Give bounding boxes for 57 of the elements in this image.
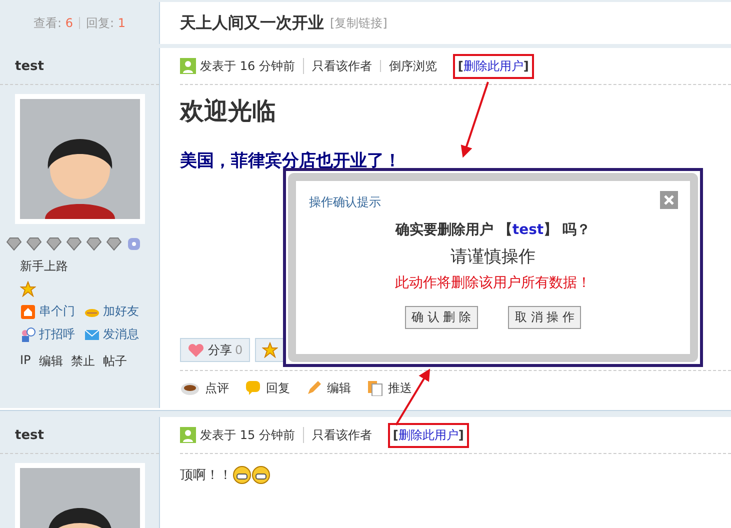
- dialog-title: 操作确认提示: [309, 194, 381, 211]
- warning-text: 此动作将删除该用户所有数据！: [395, 274, 591, 292]
- post-time: 发表于 16 分钟前: [200, 60, 295, 72]
- dialog-button[interactable]: 确 认 删 除: [404, 306, 478, 329]
- help-icon: [126, 236, 142, 252]
- star-icon: [20, 281, 36, 297]
- pencil-icon: [306, 380, 322, 396]
- admin-link[interactable]: 编辑: [38, 353, 63, 370]
- profile-link[interactable]: 加好友: [84, 303, 154, 320]
- close-icon: [664, 195, 674, 205]
- diamond-icon: [26, 236, 42, 252]
- author-name[interactable]: test: [15, 428, 44, 442]
- diamond-icon: [66, 236, 82, 252]
- post-text: 顶啊！！: [180, 467, 232, 484]
- author-name[interactable]: test: [15, 58, 44, 74]
- thread-title: 天上人间又一次开业: [180, 12, 324, 34]
- post-action[interactable]: 编辑: [306, 380, 351, 396]
- diamond-icon: [46, 236, 62, 252]
- profile-link[interactable]: 打招呼: [20, 326, 84, 343]
- post-heading: 欢迎光临: [180, 96, 277, 127]
- speech-bubble-icon: [245, 380, 261, 396]
- envelope-icon: [84, 326, 100, 342]
- user-rank: 新手上路: [20, 258, 69, 275]
- replies-count: 回复: 1: [86, 14, 126, 32]
- delete-user-link[interactable]: [删除此用户]: [388, 422, 469, 448]
- user-icon: [180, 427, 196, 443]
- cup-icon: [180, 380, 200, 396]
- grinning-emoji-icon: [252, 466, 270, 484]
- post-action[interactable]: 点评: [180, 380, 229, 396]
- profile-link[interactable]: 串个门: [20, 303, 84, 320]
- admin-link[interactable]: 帖子: [102, 353, 127, 370]
- diamond-icon: [106, 236, 122, 252]
- delete-user-link[interactable]: [删除此用户]: [452, 54, 534, 78]
- admin-link[interactable]: IP: [20, 353, 31, 370]
- meta-link[interactable]: 只看该作者: [312, 60, 372, 72]
- confirm-question: 确实要删除用户 【test】 吗？: [396, 221, 590, 239]
- diamond-icon: [6, 236, 22, 252]
- close-button[interactable]: [660, 191, 678, 209]
- profile-link[interactable]: 发消息: [84, 326, 154, 343]
- diamond-icon: [86, 236, 102, 252]
- dialog-button[interactable]: 取 消 操 作: [508, 306, 582, 329]
- heart-icon: [187, 342, 205, 358]
- admin-link[interactable]: 禁止: [70, 353, 95, 370]
- house-icon: [20, 304, 36, 320]
- document-icon: [367, 380, 383, 396]
- views-count: 查看: 6: [33, 14, 73, 32]
- post-time: 发表于 15 分钟前: [200, 429, 295, 441]
- star-icon: [262, 342, 278, 358]
- share-button[interactable]: 分享 0: [180, 338, 250, 362]
- meta-link[interactable]: 只看该作者: [312, 429, 372, 441]
- user-icon: [180, 58, 196, 74]
- post-action[interactable]: 推送: [367, 380, 412, 396]
- post-action[interactable]: 回复: [245, 380, 290, 396]
- caution-text: 请谨慎操作: [450, 246, 536, 268]
- grinning-emoji-icon: [233, 466, 251, 484]
- post-subtitle: 美国，菲律宾分店也开业了！: [180, 150, 402, 172]
- meta-link[interactable]: 倒序浏览: [388, 60, 437, 72]
